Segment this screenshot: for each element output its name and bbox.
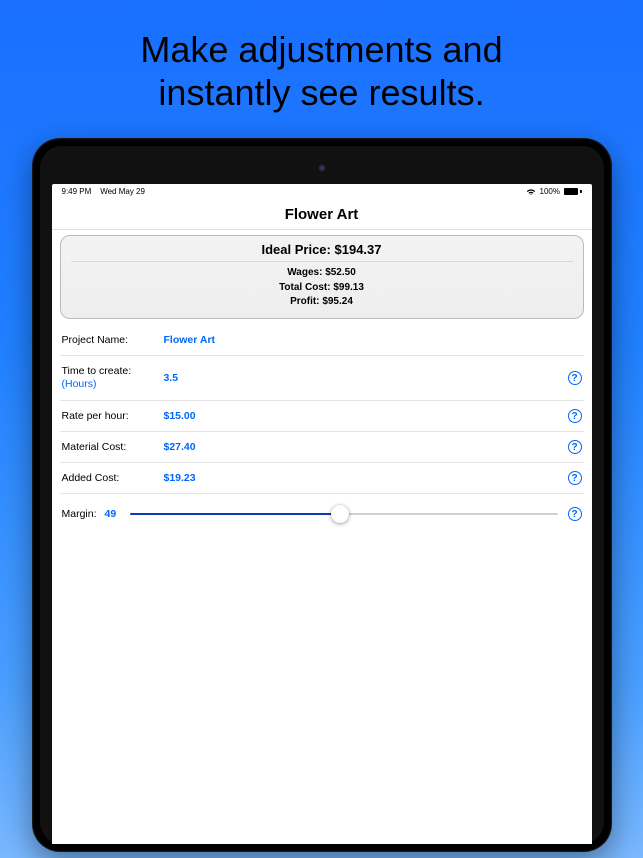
status-bar: 9:49 PM Wed May 29 100% [52, 184, 592, 198]
time-to-create-field[interactable]: 3.5 [154, 372, 179, 384]
wifi-icon [526, 188, 536, 196]
slider-thumb[interactable] [331, 505, 349, 523]
material-cost-row: Material Cost: $27.40 ? [60, 432, 584, 463]
tablet-frame: 9:49 PM Wed May 29 100% Flower Art [32, 138, 612, 852]
added-cost-row: Added Cost: $19.23 ? [60, 463, 584, 494]
time-to-create-label: Time to create: (Hours) [62, 365, 154, 391]
material-cost-label: Material Cost: [62, 441, 154, 453]
status-date: Wed May 29 [100, 187, 145, 196]
project-name-field[interactable]: Flower Art [154, 334, 216, 346]
tablet-inner: 9:49 PM Wed May 29 100% Flower Art [40, 146, 604, 844]
ideal-price-value: $194.37 [335, 242, 382, 257]
status-right: 100% [526, 187, 582, 196]
help-icon[interactable]: ? [568, 507, 582, 521]
promo-line-2: instantly see results. [158, 72, 484, 113]
time-to-create-row: Time to create: (Hours) 3.5 ? [60, 356, 584, 401]
margin-value: 49 [105, 508, 117, 520]
price-summary-box: Ideal Price: $194.37 Wages: $52.50 Total… [60, 235, 584, 319]
page-title: Flower Art [52, 198, 592, 230]
slider-fill [130, 513, 339, 516]
project-name-row: Project Name: Flower Art [60, 325, 584, 356]
ideal-price: Ideal Price: $194.37 [71, 242, 573, 262]
added-cost-field[interactable]: $19.23 [154, 472, 196, 484]
wages-line: Wages: $52.50 [71, 266, 573, 281]
project-name-label: Project Name: [62, 334, 154, 346]
material-cost-field[interactable]: $27.40 [154, 441, 196, 453]
help-icon[interactable]: ? [568, 371, 582, 385]
form-rows: Project Name: Flower Art Time to create:… [52, 325, 592, 534]
help-icon[interactable]: ? [568, 409, 582, 423]
margin-row: Margin: 49 ? [60, 494, 584, 534]
status-left: 9:49 PM Wed May 29 [62, 187, 145, 196]
promo-line-1: Make adjustments and [140, 29, 502, 70]
margin-label: Margin: [62, 508, 97, 520]
camera-icon [318, 164, 326, 172]
rate-per-hour-label: Rate per hour: [62, 410, 154, 422]
added-cost-label: Added Cost: [62, 472, 154, 484]
total-cost-line: Total Cost: $99.13 [71, 281, 573, 296]
battery-icon [564, 188, 582, 195]
battery-percent: 100% [540, 187, 560, 196]
promo-heading: Make adjustments and instantly see resul… [0, 0, 643, 138]
rate-per-hour-row: Rate per hour: $15.00 ? [60, 401, 584, 432]
app-screen: 9:49 PM Wed May 29 100% Flower Art [52, 184, 592, 844]
help-icon[interactable]: ? [568, 471, 582, 485]
time-to-create-unit: (Hours) [62, 378, 154, 391]
help-icon[interactable]: ? [568, 440, 582, 454]
margin-slider[interactable] [130, 506, 557, 522]
ideal-price-label: Ideal Price: [262, 242, 331, 257]
rate-per-hour-field[interactable]: $15.00 [154, 410, 196, 422]
profit-line: Profit: $95.24 [71, 295, 573, 310]
status-time: 9:49 PM [62, 187, 92, 196]
